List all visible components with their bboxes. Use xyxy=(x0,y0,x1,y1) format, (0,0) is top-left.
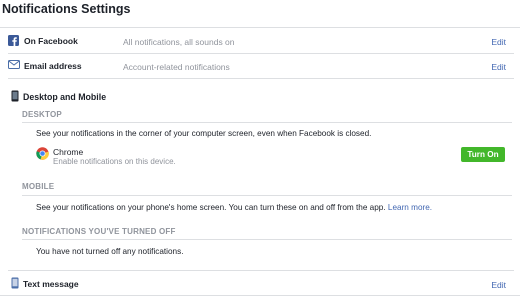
mobile-description: See your notifications on your phone's h… xyxy=(36,203,432,212)
envelope-icon xyxy=(8,60,20,69)
mobile-phone-icon xyxy=(11,90,19,102)
learn-more-link[interactable]: Learn more. xyxy=(388,203,432,212)
chrome-sublabel: Enable notifications on this device. xyxy=(53,157,176,166)
facebook-icon xyxy=(8,35,19,46)
section-header-turned-off: NOTIFICATIONS YOU'VE TURNED OFF xyxy=(22,227,176,236)
section-title-desktop-mobile: Desktop and Mobile xyxy=(23,92,107,102)
divider xyxy=(0,295,520,296)
desktop-description: See your notifications in the corner of … xyxy=(36,129,372,138)
divider xyxy=(8,53,514,54)
divider xyxy=(8,270,514,271)
edit-facebook-link[interactable]: Edit xyxy=(491,37,506,47)
turn-on-button[interactable]: Turn On xyxy=(461,147,505,162)
row-label: Email address xyxy=(24,61,82,71)
phone-icon xyxy=(11,277,19,289)
section-header-desktop: DESKTOP xyxy=(22,110,62,119)
divider xyxy=(0,27,520,28)
chrome-icon xyxy=(36,147,49,160)
divider xyxy=(22,195,512,196)
row-label: On Facebook xyxy=(24,36,78,46)
divider xyxy=(8,78,514,79)
turned-off-description: You have not turned off any notification… xyxy=(36,247,184,256)
edit-text-message-link[interactable]: Edit xyxy=(491,280,506,290)
divider xyxy=(22,239,512,240)
page-title: Notifications Settings xyxy=(2,2,131,16)
row-value: Account-related notifications xyxy=(123,62,230,72)
mobile-description-text: See your notifications on your phone's h… xyxy=(36,203,386,212)
chrome-label: Chrome xyxy=(53,147,84,157)
divider xyxy=(22,122,512,123)
edit-email-link[interactable]: Edit xyxy=(491,62,506,72)
section-header-mobile: MOBILE xyxy=(22,182,55,191)
row-value: All notifications, all sounds on xyxy=(123,37,235,47)
row-label: Text message xyxy=(23,279,79,289)
